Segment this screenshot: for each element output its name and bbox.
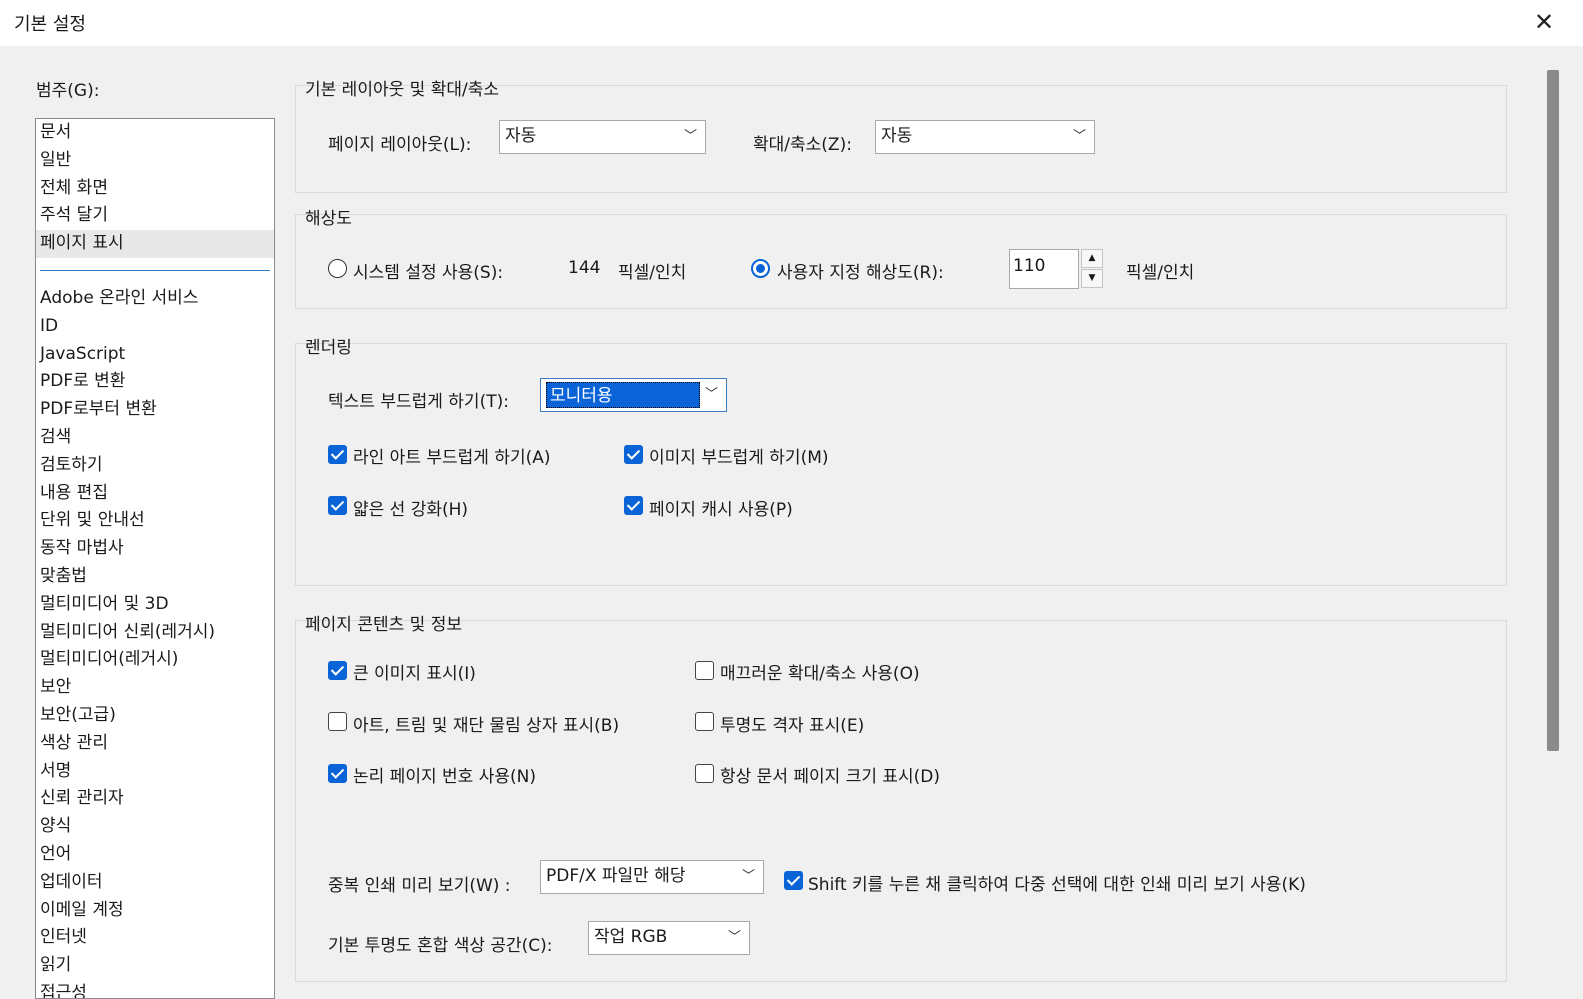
category-item[interactable]: 멀티미디어(레거시) (36, 646, 274, 674)
preferences-body: 범주(G): 문서 일반 전체 화면 주석 달기 페이지 표시 Adobe 온라인 서비… (0, 46, 1583, 999)
always-show-page-size-label: 항상 문서 페이지 크기 표시(D) (720, 767, 941, 787)
system-resolution-value: 144 (568, 258, 601, 278)
category-item[interactable]: 페이지 표시 (36, 230, 274, 258)
resolution-group-title: 해상도 (305, 209, 352, 229)
smooth-line-art-label: 라인 아트 부드럽게 하기(A) (353, 448, 551, 468)
layout-zoom-group-title: 기본 레이아웃 및 확대/축소 (305, 80, 499, 100)
category-item[interactable]: 전체 화면 (36, 175, 274, 203)
category-item[interactable]: 인터넷 (36, 924, 274, 952)
smooth-images-checkbox[interactable] (624, 445, 643, 464)
category-item[interactable]: 색상 관리 (36, 730, 274, 758)
page-layout-dropdown[interactable]: 자동 ﹀ (499, 120, 706, 154)
chevron-down-icon: ﹀ (727, 930, 741, 945)
chevron-down-icon: ﹀ (741, 869, 755, 884)
overprint-preview-value: PDF/X 파일만 해당 (546, 866, 686, 886)
custom-resolution-input[interactable]: 110 (1009, 249, 1079, 289)
category-item[interactable]: 접근성 (36, 980, 274, 998)
category-item[interactable]: 문서 (36, 119, 274, 147)
chevron-down-icon: ﹀ (1072, 129, 1086, 144)
category-item[interactable]: 이메일 계정 (36, 897, 274, 925)
chevron-down-icon: ﹀ (683, 129, 697, 144)
category-item[interactable]: 멀티미디어 신뢰(레거시) (36, 619, 274, 647)
smooth-text-dropdown[interactable]: 모니터용 ﹀ (540, 378, 727, 412)
category-item[interactable]: 보안(고급) (36, 702, 274, 730)
rendering-group-title: 렌더링 (305, 338, 352, 358)
category-item[interactable]: 내용 편집 (36, 480, 274, 508)
category-item[interactable]: 양식 (36, 813, 274, 841)
shift-click-preview-label: Shift 키를 누른 채 클릭하여 다중 선택에 대한 인쇄 미리 보기 사용… (808, 875, 1306, 895)
vertical-scrollbar-thumb[interactable] (1547, 70, 1559, 751)
category-item[interactable]: 멀티미디어 및 3D (36, 591, 274, 619)
show-art-boxes-checkbox[interactable] (328, 712, 347, 731)
page-layout-value: 자동 (505, 126, 537, 146)
shift-click-preview-checkbox[interactable] (784, 871, 803, 890)
smooth-text-label: 텍스트 부드럽게 하기(T): (328, 392, 509, 412)
always-show-page-size-checkbox[interactable] (695, 764, 714, 783)
category-item[interactable]: PDF로 변환 (36, 368, 274, 396)
category-item[interactable]: Adobe 온라인 서비스 (36, 285, 274, 313)
smooth-zoom-checkbox[interactable] (695, 661, 714, 680)
category-item[interactable]: 주석 달기 (36, 202, 274, 230)
smooth-line-art-checkbox[interactable] (328, 445, 347, 464)
spin-down-icon[interactable]: ▼ (1081, 269, 1103, 288)
category-label: 범주(G): (36, 81, 100, 101)
zoom-value: 자동 (881, 126, 913, 146)
custom-resolution-value: 110 (1013, 256, 1046, 276)
window-title: 기본 설정 (14, 14, 86, 35)
spin-up-icon[interactable]: ▲ (1081, 249, 1103, 268)
transparency-grid-label: 투명도 격자 표시(E) (720, 716, 865, 736)
logical-page-numbers-checkbox[interactable] (328, 764, 347, 783)
show-art-boxes-label: 아트, 트림 및 재단 물림 상자 표시(B) (353, 716, 620, 736)
category-item[interactable]: 검토하기 (36, 452, 274, 480)
zoom-dropdown[interactable]: 자동 ﹀ (875, 120, 1095, 154)
page-cache-label: 페이지 캐시 사용(P) (649, 500, 793, 520)
category-separator (40, 269, 270, 271)
custom-resolution-label: 사용자 지정 해상도(R): (777, 263, 944, 283)
blend-colorspace-value: 작업 RGB (594, 927, 668, 947)
overprint-preview-label: 중복 인쇄 미리 보기(W) : (328, 876, 511, 896)
category-item[interactable]: 신뢰 관리자 (36, 785, 274, 813)
category-item[interactable]: JavaScript (36, 341, 274, 369)
category-item[interactable]: 업데이터 (36, 869, 274, 897)
enhance-thin-lines-label: 얇은 선 강화(H) (353, 500, 469, 520)
custom-resolution-unit: 픽셀/인치 (1126, 263, 1195, 283)
category-item[interactable]: 언어 (36, 841, 274, 869)
smooth-zoom-label: 매끄러운 확대/축소 사용(O) (720, 664, 920, 684)
smooth-text-value: 모니터용 (546, 382, 700, 408)
overprint-preview-dropdown[interactable]: PDF/X 파일만 해당 ﹀ (540, 860, 764, 894)
category-item[interactable]: 읽기 (36, 952, 274, 980)
system-resolution-label: 시스템 설정 사용(S): (353, 263, 504, 283)
category-item[interactable]: ID (36, 313, 274, 341)
blend-colorspace-label: 기본 투명도 혼합 색상 공간(C): (328, 936, 553, 956)
category-item[interactable]: 일반 (36, 147, 274, 175)
category-item[interactable]: PDF로부터 변환 (36, 396, 274, 424)
category-item[interactable]: 보안 (36, 674, 274, 702)
title-bar: 기본 설정 ✕ (0, 0, 1583, 46)
chevron-down-icon: ﹀ (704, 387, 718, 402)
page-cache-checkbox[interactable] (624, 496, 643, 515)
category-item[interactable]: 검색 (36, 424, 274, 452)
system-resolution-unit: 픽셀/인치 (618, 263, 687, 283)
custom-resolution-radio[interactable] (751, 259, 770, 278)
show-large-images-label: 큰 이미지 표시(I) (353, 664, 476, 684)
smooth-images-label: 이미지 부드럽게 하기(M) (649, 448, 829, 468)
enhance-thin-lines-checkbox[interactable] (328, 496, 347, 515)
category-item[interactable]: 서명 (36, 758, 274, 786)
transparency-grid-checkbox[interactable] (695, 712, 714, 731)
show-large-images-checkbox[interactable] (328, 661, 347, 680)
blend-colorspace-dropdown[interactable]: 작업 RGB ﹀ (588, 921, 750, 955)
page-content-group-title: 페이지 콘텐츠 및 정보 (305, 615, 462, 635)
system-resolution-radio[interactable] (328, 259, 347, 278)
category-item[interactable]: 단위 및 안내선 (36, 507, 274, 535)
category-item[interactable]: 맞춤법 (36, 563, 274, 591)
close-icon[interactable]: ✕ (1530, 8, 1558, 36)
zoom-label: 확대/축소(Z): (753, 135, 852, 155)
page-layout-label: 페이지 레이아웃(L): (328, 135, 472, 155)
category-item[interactable]: 동작 마법사 (36, 535, 274, 563)
category-list[interactable]: 문서 일반 전체 화면 주석 달기 페이지 표시 Adobe 온라인 서비스 ID Java… (35, 118, 275, 999)
logical-page-numbers-label: 논리 페이지 번호 사용(N) (353, 767, 536, 787)
